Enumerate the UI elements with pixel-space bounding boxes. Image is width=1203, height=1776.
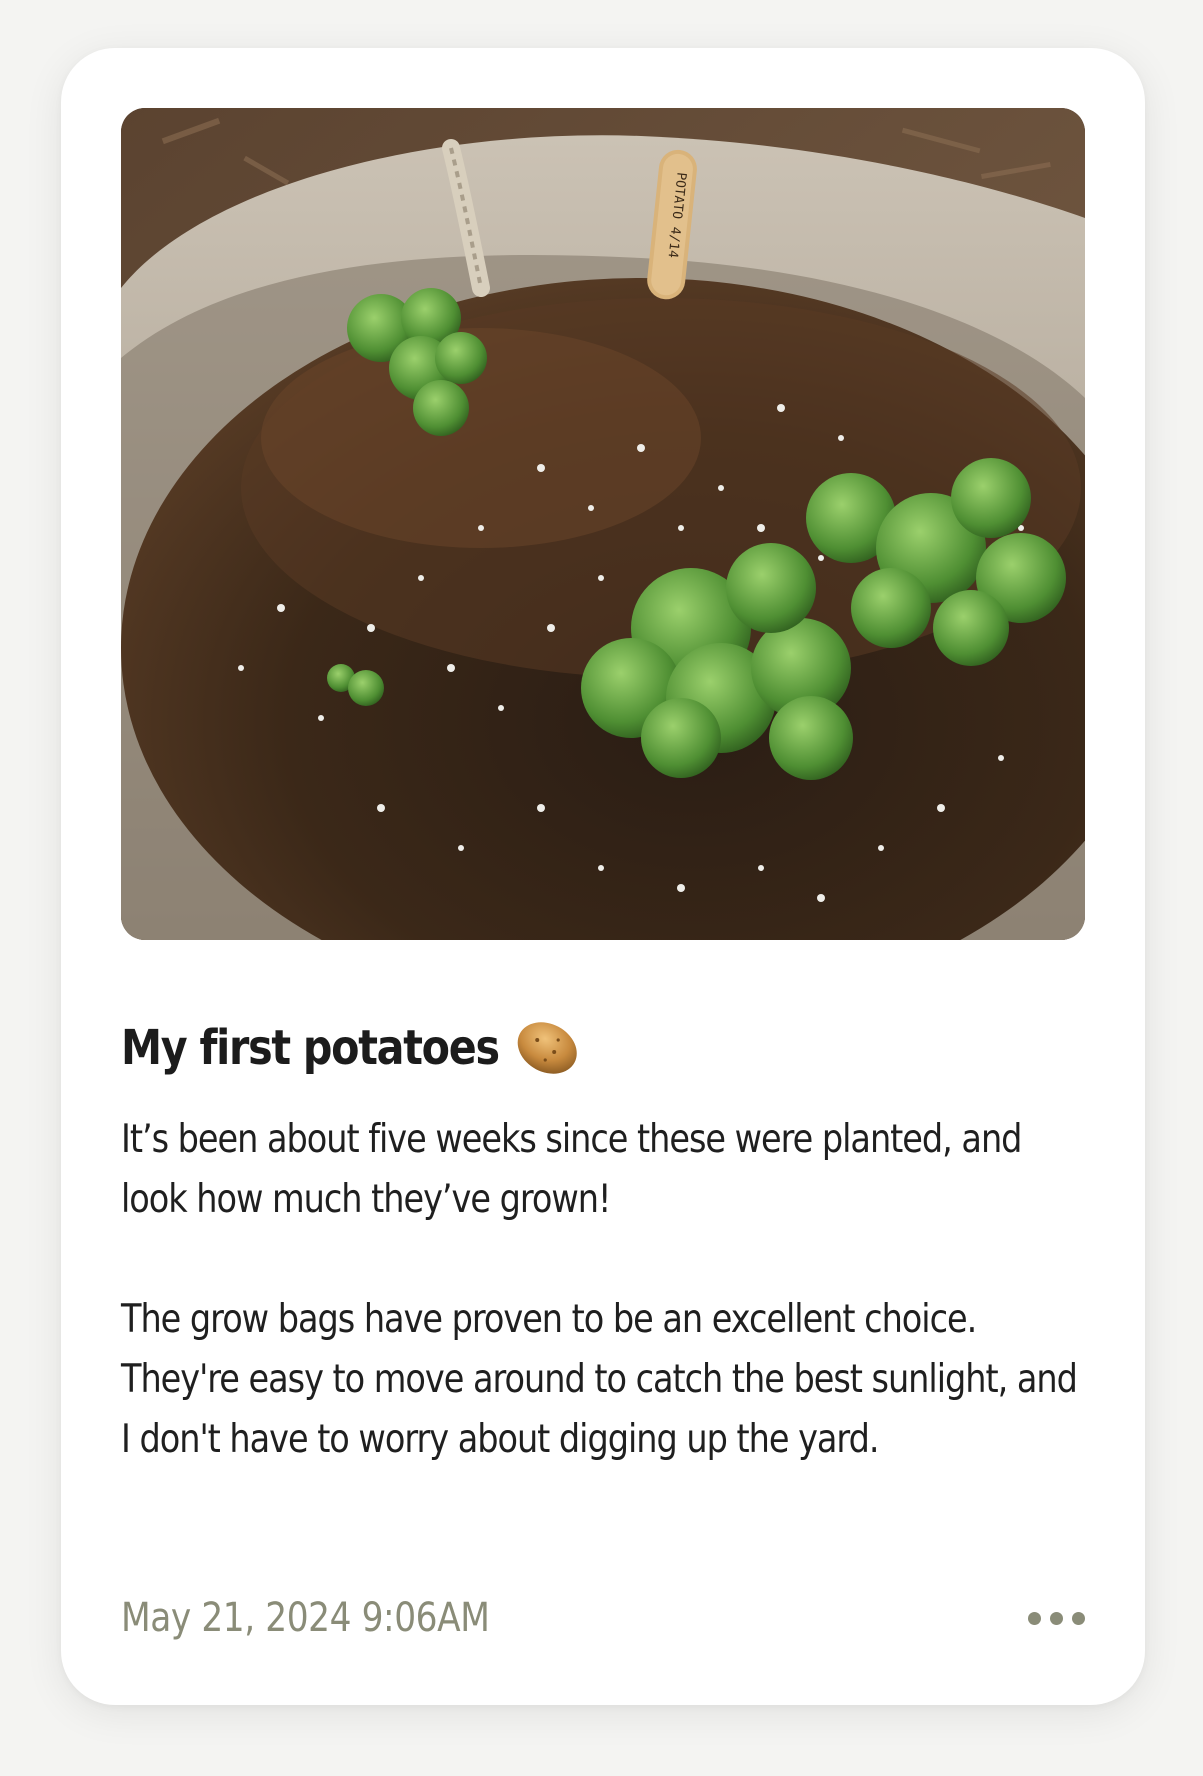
post-paragraph: It’s been about five weeks since these w… [121,1117,1022,1222]
potato-grow-bag-image: POTATO 4/14 [121,108,1085,940]
more-options-button[interactable] [1018,1602,1085,1635]
post-paragraph: The grow bags have proven to be an excel… [121,1297,1078,1462]
more-horizontal-icon [1072,1611,1085,1625]
post-timestamp: May 21, 2024 9:06AM [121,1595,490,1641]
more-horizontal-icon [1050,1611,1063,1625]
potato-icon [512,1018,582,1078]
post-photo[interactable]: POTATO 4/14 [121,108,1085,940]
post-card: POTATO 4/14 My first potatoes It’s been … [61,48,1145,1705]
post-title-text: My first potatoes [121,1020,500,1076]
post-title: My first potatoes [121,1013,577,1083]
post-body: It’s been about five weeks since these w… [121,1110,1084,1470]
more-horizontal-icon [1028,1611,1041,1625]
post-footer: May 21, 2024 9:06AM [121,1588,1085,1648]
